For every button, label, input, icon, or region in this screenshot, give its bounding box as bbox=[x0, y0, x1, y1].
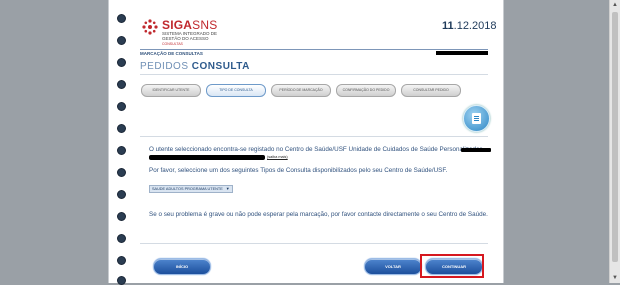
continue-highlight-box bbox=[420, 254, 484, 278]
binder-ring-icon bbox=[117, 146, 126, 155]
scroll-down-arrow-icon[interactable]: ▼ bbox=[611, 274, 619, 282]
binder-ring-icon bbox=[117, 212, 126, 221]
divider bbox=[140, 136, 488, 137]
sigasns-logo-mark-icon bbox=[142, 19, 158, 35]
scroll-thumb[interactable] bbox=[612, 12, 618, 262]
step-confirmacao-do-pedido[interactable]: CONFIRMAÇÃO DO PEDIDO bbox=[336, 84, 396, 97]
binder-ring-icon bbox=[117, 102, 126, 111]
step-identificar-utente[interactable]: IDENTIFICAR UTENTE bbox=[141, 84, 201, 97]
redacted-text bbox=[461, 148, 491, 152]
scroll-up-arrow-icon[interactable]: ▲ bbox=[611, 1, 619, 9]
divider bbox=[140, 74, 488, 75]
consultation-type-select[interactable]: SAUDE ADULTOS PROGRAMA UTENTE ▼ bbox=[149, 185, 233, 193]
logo-subtitle: SISTEMA INTEGRADO DE GESTÃO DO ACESSO bbox=[162, 31, 218, 41]
binder-ring-icon bbox=[117, 36, 126, 45]
binder-ring-icon bbox=[117, 80, 126, 89]
divider bbox=[140, 243, 488, 244]
binder-ring-icon bbox=[117, 124, 126, 133]
binder-ring-icon bbox=[117, 256, 126, 265]
select-instructions: Por favor, seleccione um dos seguintes T… bbox=[149, 167, 448, 174]
step-consultar-pedido[interactable]: CONSULTAR PEDIDO bbox=[401, 84, 461, 97]
logo-title: SIGASNS bbox=[162, 18, 218, 32]
document-help-icon[interactable] bbox=[463, 105, 490, 132]
dropdown-arrow-icon: ▼ bbox=[225, 186, 230, 191]
redacted-health-center bbox=[149, 155, 265, 160]
binder-ring-icon bbox=[117, 190, 126, 199]
redacted-user-info bbox=[436, 51, 488, 55]
binder-ring-icon bbox=[117, 234, 126, 243]
binder-ring-icon bbox=[117, 276, 126, 285]
binder-ring-icon bbox=[117, 58, 126, 67]
binder-ring-icon bbox=[117, 14, 126, 23]
breadcrumb: MARCAÇÃO DE CONSULTAS bbox=[140, 51, 203, 56]
start-button[interactable]: INÍCIO bbox=[153, 258, 211, 275]
binder-ring-icon bbox=[117, 168, 126, 177]
more-info-link[interactable]: (saiba mais) bbox=[267, 155, 288, 159]
breadcrumb-bar: MARCAÇÃO DE CONSULTAS bbox=[140, 49, 488, 57]
registration-message: O utente seleccionado encontra-se regist… bbox=[149, 146, 483, 153]
vertical-scrollbar[interactable]: ▲ ▼ bbox=[609, 0, 620, 283]
logo-tagline: CONSULTAS bbox=[162, 42, 183, 46]
current-date: 11.12.2018 bbox=[442, 20, 497, 32]
page-title: PEDIDOS CONSULTA bbox=[140, 61, 250, 72]
step-periodo-de-marcacao[interactable]: PERÍODO DE MARCAÇÃO bbox=[271, 84, 331, 97]
step-tipo-de-consulta[interactable]: TIPO DE CONSULTA bbox=[206, 84, 266, 97]
back-button[interactable]: VOLTAR bbox=[364, 258, 422, 275]
urgent-contact-note: Se o seu problema é grave ou não pode es… bbox=[149, 211, 488, 218]
